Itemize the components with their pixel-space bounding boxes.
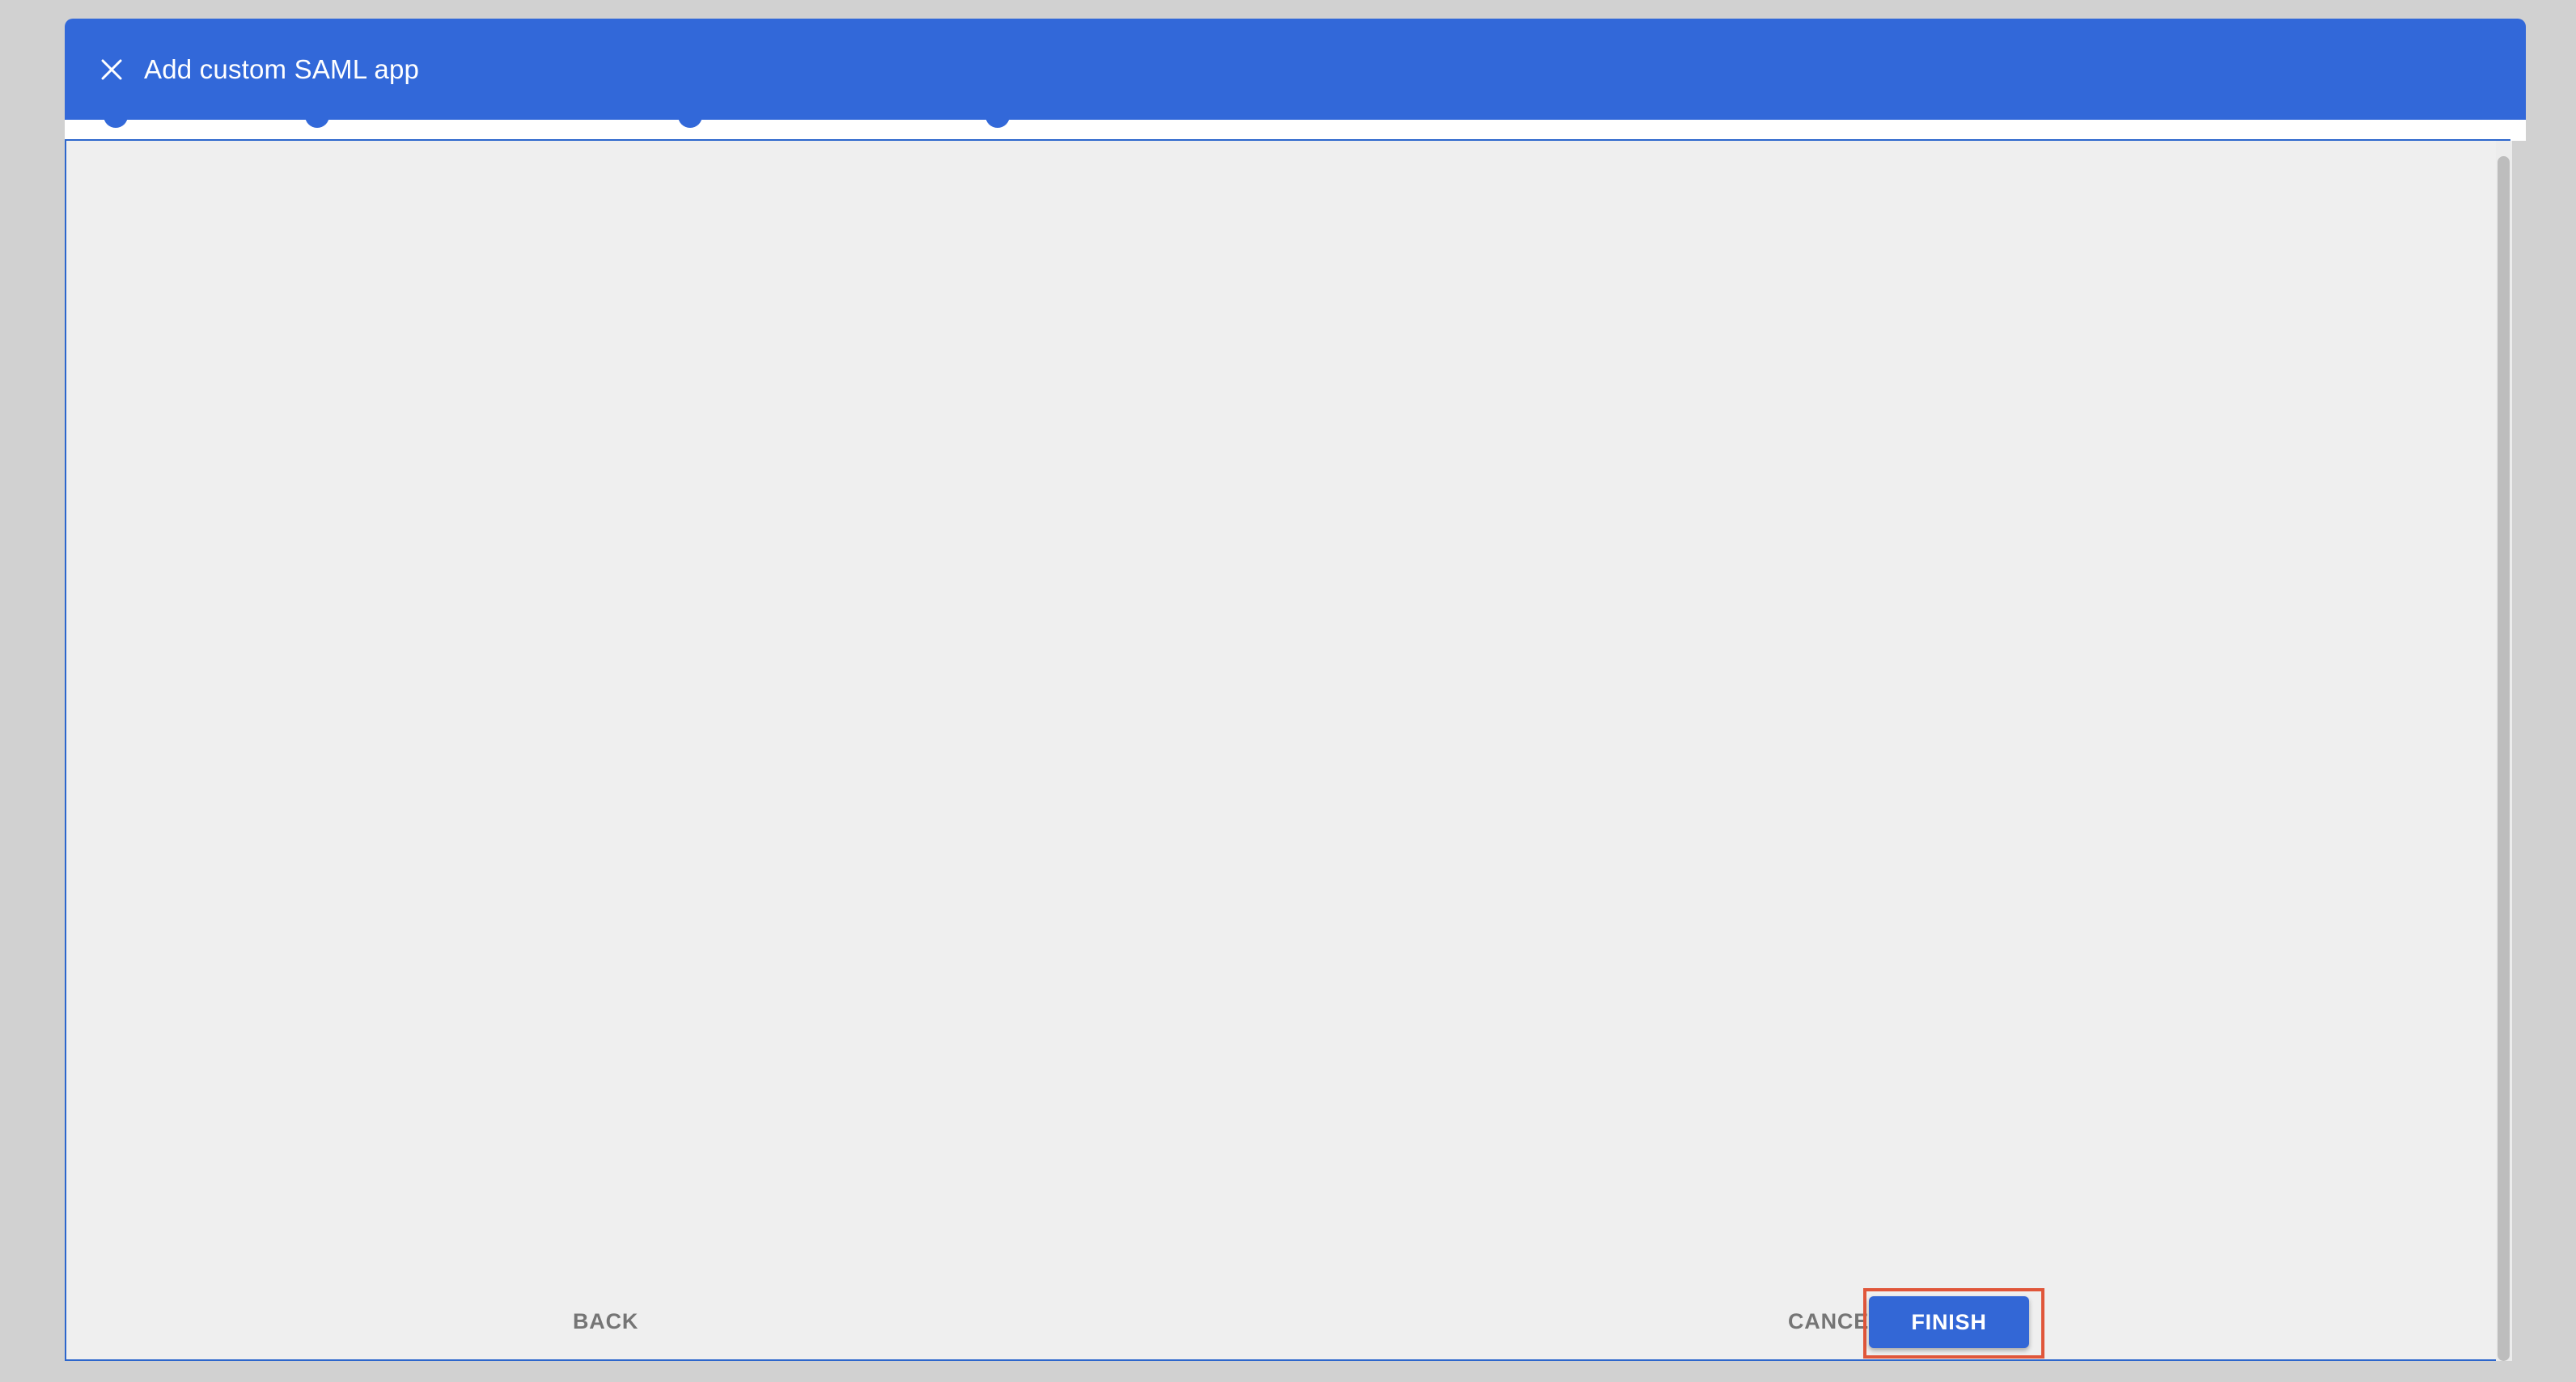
content-panel — [65, 139, 2510, 1361]
finish-button[interactable]: FINISH — [1869, 1296, 2029, 1348]
dialog-title: Add custom SAML app — [144, 54, 419, 85]
dialog-header: Add custom SAML app — [65, 19, 2526, 120]
header-underlay-strip — [65, 120, 2526, 141]
back-button[interactable]: BACK — [573, 1309, 638, 1334]
scrollbar-thumb[interactable] — [2498, 156, 2510, 1361]
scrollbar-track[interactable] — [2496, 141, 2512, 1361]
close-icon[interactable] — [95, 53, 128, 86]
